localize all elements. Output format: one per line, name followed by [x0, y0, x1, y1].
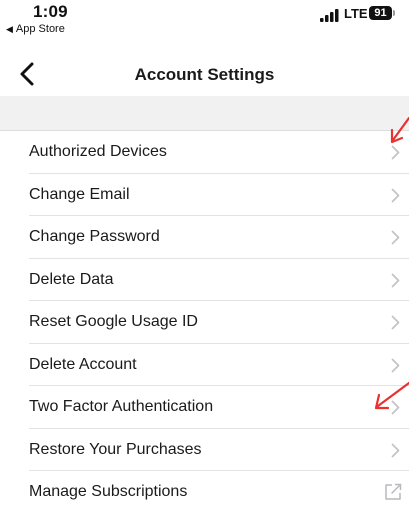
section-header-spacer — [0, 96, 409, 131]
chevron-right-icon — [391, 145, 400, 160]
chevron-right-icon — [391, 358, 400, 372]
chevron-right-icon — [391, 230, 400, 245]
row-label: Manage Subscriptions — [29, 483, 188, 500]
settings-list: Authorized Devices Change Email Change P… — [0, 131, 409, 506]
back-to-app-store[interactable]: ◀ App Store — [6, 23, 65, 35]
page-title: Account Settings — [134, 65, 275, 84]
row-label: Authorized Devices — [29, 143, 167, 160]
row-label: Change Email — [29, 185, 130, 203]
battery-tip — [393, 10, 395, 16]
settings-row-reset-google-usage-id[interactable]: Reset Google Usage ID — [29, 301, 409, 344]
row-label: Change Password — [29, 228, 160, 245]
row-label: Reset Google Usage ID — [29, 313, 198, 330]
settings-row-change-password[interactable]: Change Password — [29, 216, 409, 259]
row-label: Delete Account — [29, 355, 137, 373]
chevron-right-icon — [391, 400, 400, 415]
back-triangle-icon: ◀ — [6, 24, 13, 34]
settings-row-two-factor-authentication[interactable]: Two Factor Authentication — [29, 386, 409, 429]
chevron-right-icon — [391, 315, 400, 330]
row-label: Delete Data — [29, 270, 114, 288]
settings-row-delete-account[interactable]: Delete Account — [29, 344, 409, 386]
row-label: Two Factor Authentication — [29, 398, 214, 415]
status-time: 1:09 — [33, 2, 68, 21]
settings-row-manage-subscriptions[interactable]: Manage Subscriptions — [29, 471, 409, 506]
account-settings-screen: 1:09 ◀ App Store LTE 91 Account Settings … — [0, 0, 409, 506]
chevron-right-icon — [391, 188, 400, 202]
external-link-icon — [385, 483, 402, 500]
settings-row-change-email[interactable]: Change Email — [29, 174, 409, 216]
row-label: Restore Your Purchases — [29, 440, 202, 458]
chevron-right-icon — [391, 273, 400, 287]
cellular-signal-icon — [320, 9, 339, 22]
status-bar: 1:09 ◀ App Store LTE 91 — [0, 0, 409, 52]
back-app-label: App Store — [15, 23, 65, 35]
settings-row-delete-data[interactable]: Delete Data — [29, 259, 409, 301]
navigation-bar: Account Settings — [0, 52, 409, 96]
network-type: LTE — [344, 6, 368, 21]
chevron-right-icon — [391, 443, 400, 457]
settings-row-authorized-devices[interactable]: Authorized Devices — [29, 131, 409, 174]
battery-icon: 91 — [369, 6, 392, 20]
settings-row-restore-your-purchases[interactable]: Restore Your Purchases — [29, 429, 409, 471]
